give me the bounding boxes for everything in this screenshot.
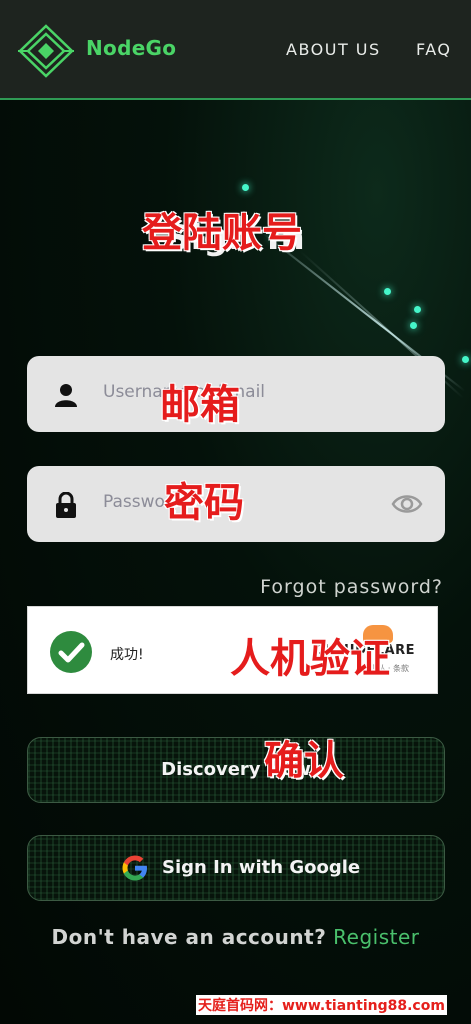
annotation-email: 邮箱 xyxy=(160,382,240,428)
captcha-status: 成功! xyxy=(110,647,144,663)
nav-about-us[interactable]: ABOUT US xyxy=(286,40,381,59)
captcha-success-icon xyxy=(50,631,92,673)
google-signin-button[interactable]: Sign In with Google xyxy=(27,835,445,901)
annotation-captcha: 人机验证 xyxy=(230,636,390,682)
glow-dot xyxy=(410,322,417,329)
user-icon xyxy=(55,384,77,407)
glow-dot xyxy=(242,184,249,191)
lock-icon xyxy=(56,492,76,518)
signup-question: Don't have an account? xyxy=(51,925,327,949)
glow-dot xyxy=(414,306,421,313)
discovery-now-label: Discovery Now xyxy=(161,759,311,780)
annotation-password: 密码 xyxy=(164,480,244,526)
nav-faq[interactable]: FAQ xyxy=(416,40,452,59)
google-signin-label: Sign In with Google xyxy=(162,857,361,878)
signup-prompt: Don't have an account? Register xyxy=(0,925,471,949)
top-navbar: NodeGo ABOUT US FAQ xyxy=(0,0,471,100)
watermark: 天庭首码网：www.tianting88.com xyxy=(196,995,447,1015)
nodego-logo-icon[interactable] xyxy=(18,24,74,78)
discovery-now-button[interactable]: Discovery Now xyxy=(27,737,445,803)
brand-name[interactable]: NodeGo xyxy=(86,36,176,60)
annotation-login: 登陆账号 xyxy=(142,210,302,256)
eye-icon[interactable] xyxy=(391,492,423,516)
register-link[interactable]: Register xyxy=(333,925,419,949)
glow-dot xyxy=(384,288,391,295)
forgot-password-link[interactable]: Forgot password? xyxy=(260,576,443,598)
annotation-confirm: 确认 xyxy=(264,738,344,784)
glow-dot xyxy=(462,356,469,363)
